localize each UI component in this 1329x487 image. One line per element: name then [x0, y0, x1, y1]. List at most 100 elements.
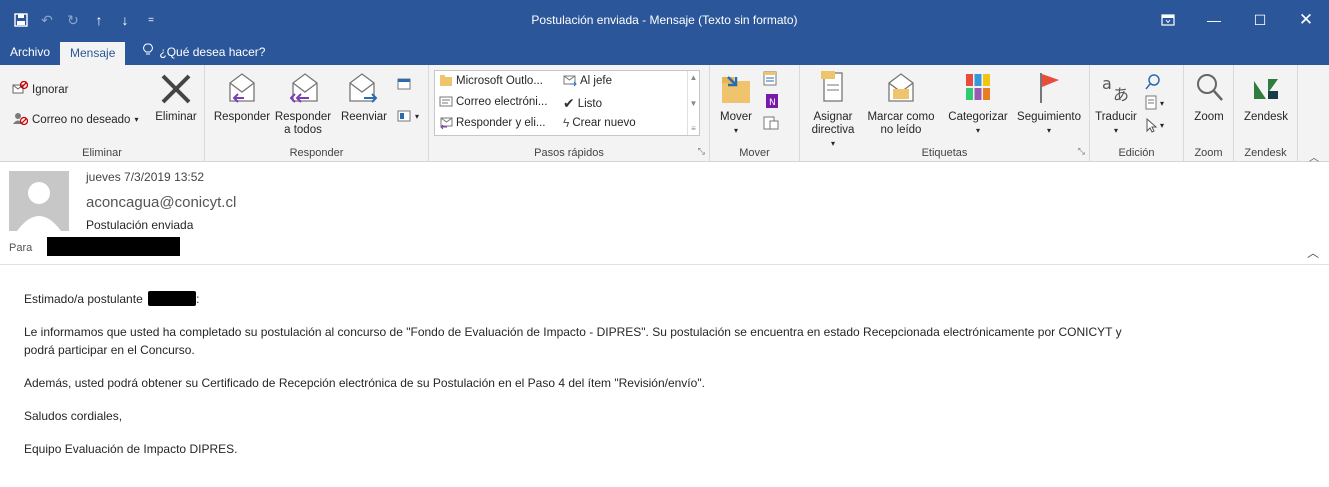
tell-me-box[interactable]: ¿Qué desea hacer?: [125, 40, 265, 65]
quick-access-toolbar: ↶ ↻ ↑ ↓ =: [0, 0, 164, 40]
lightning-icon: ϟ: [563, 116, 570, 130]
zendesk-button[interactable]: Zendesk: [1238, 69, 1294, 124]
group-etiquetas: Asignar directiva ▾ Marcar como no leído…: [800, 65, 1090, 161]
email-team-icon: [439, 96, 453, 107]
next-item-icon[interactable]: ↓: [112, 7, 138, 33]
folder-move-icon: [440, 75, 452, 86]
actions-icon[interactable]: [762, 115, 782, 134]
close-icon[interactable]: ✕: [1283, 0, 1329, 40]
asignar-directiva-button[interactable]: Asignar directiva ▾: [808, 69, 858, 150]
meeting-reply-icon[interactable]: [397, 77, 413, 94]
chevron-down-icon: ▾: [1046, 126, 1051, 135]
mark-unread-icon: [888, 73, 914, 102]
select-icon[interactable]: ▾: [1144, 117, 1164, 133]
move-folder-icon: [722, 76, 750, 103]
person-icon: [17, 182, 61, 231]
check-icon: ✔: [563, 95, 575, 111]
svg-text:N: N: [769, 98, 776, 108]
responder-button[interactable]: Responder: [212, 69, 272, 124]
scroll-down-icon[interactable]: ▼: [690, 99, 698, 108]
reply-delete-icon: [440, 117, 453, 129]
quick-step-crear-nuevo[interactable]: ϟ Crear nuevo: [563, 116, 636, 130]
svg-text:a: a: [1102, 74, 1112, 93]
zendesk-logo-icon: [1254, 79, 1278, 99]
avatar: [9, 171, 69, 231]
paragraph-1: Le informamos que usted ha completado su…: [24, 325, 1122, 357]
zoom-magnifier-icon: [1197, 74, 1223, 101]
undo-icon[interactable]: ↶: [34, 7, 60, 33]
forward-icon: [349, 73, 378, 103]
sender-address[interactable]: aconcagua@conicyt.cl: [86, 194, 236, 211]
previous-item-icon[interactable]: ↑: [86, 7, 112, 33]
quick-step-responder-y-eliminar[interactable]: Responder y eli...: [439, 116, 546, 129]
tab-mensaje[interactable]: Mensaje: [60, 42, 126, 65]
ignore-icon: [12, 80, 29, 98]
reenviar-button[interactable]: Reenviar: [336, 69, 392, 124]
minimize-icon[interactable]: —: [1191, 0, 1237, 40]
policy-icon: [821, 71, 843, 102]
gallery-scrollbar[interactable]: ▲ ▼ ≡: [687, 71, 699, 135]
window-title: Postulación enviada - Mensaje (Texto sin…: [531, 13, 798, 27]
redacted-name: [148, 291, 197, 306]
tab-archivo[interactable]: Archivo: [0, 40, 60, 65]
reply-all-icon: [289, 73, 318, 103]
categorizar-button[interactable]: Categorizar ▾: [942, 69, 1014, 137]
message-header: jueves 7/3/2019 13:52 aconcagua@conicyt.…: [0, 162, 1329, 265]
related-icon[interactable]: ▾: [1144, 95, 1164, 111]
responder-a-todos-button[interactable]: Responder a todos: [272, 69, 334, 137]
zoom-button[interactable]: Zoom: [1187, 69, 1231, 124]
redo-icon[interactable]: ↻: [60, 7, 86, 33]
group-mover: Mover ▾ N Mover: [710, 65, 800, 161]
quick-step-listo[interactable]: ✔ Listo: [563, 95, 602, 112]
message-subject: Postulación enviada: [86, 218, 194, 232]
group-eliminar: Ignorar Correo no deseado ▾ Eliminar Eli…: [0, 65, 205, 161]
group-zoom: Zoom Zoom: [1184, 65, 1234, 161]
group-zendesk: Zendesk Zendesk: [1234, 65, 1298, 161]
ribbon-tabs: Archivo Mensaje ¿Qué desea hacer?: [0, 40, 1329, 65]
ribbon-display-options-icon[interactable]: [1145, 0, 1191, 40]
quick-steps-gallery: Microsoft Outlo... Al jefe Correo electr…: [434, 70, 700, 136]
message-body: Estimado/a postulante : Le informamos qu…: [0, 266, 1329, 487]
junk-icon: [12, 111, 29, 128]
more-respond-button[interactable]: ▾: [397, 109, 419, 123]
paragraph-2: Además, usted podrá obtener su Certifica…: [24, 376, 705, 390]
dialog-launcher-icon[interactable]: ⤡: [698, 146, 705, 157]
forward-mail-icon: [563, 75, 577, 87]
scroll-up-icon[interactable]: ▲: [690, 73, 698, 82]
quick-step-correo-electronico[interactable]: Correo electróni...: [439, 95, 547, 108]
traducir-button[interactable]: aあ Traducir ▾: [1094, 69, 1138, 137]
quick-step-microsoft-outlook[interactable]: Microsoft Outlo...: [439, 74, 543, 87]
paragraph-4: Equipo Evaluación de Impacto DIPRES.: [24, 442, 238, 456]
chevron-down-icon: ▾: [733, 126, 738, 135]
lightbulb-icon: [143, 40, 154, 65]
more-icon: [397, 110, 411, 122]
title-bar: ↶ ↻ ↑ ↓ = Postulación enviada - Mensaje …: [0, 0, 1329, 40]
mover-button[interactable]: Mover ▾: [716, 69, 756, 137]
paragraph-3: Saludos cordiales,: [24, 409, 123, 423]
find-icon[interactable]: [1144, 73, 1162, 94]
marcar-como-no-leido-button[interactable]: Marcar como no leído: [864, 69, 938, 137]
chevron-down-icon: ▾: [415, 111, 420, 121]
window-controls: — ☐ ✕: [1145, 0, 1329, 40]
ignorar-button[interactable]: Ignorar: [12, 80, 68, 98]
ribbon: Ignorar Correo no deseado ▾ Eliminar Eli…: [0, 65, 1329, 164]
customize-qat-icon[interactable]: =: [138, 7, 164, 33]
eliminar-button[interactable]: Eliminar: [150, 69, 202, 124]
onenote-icon[interactable]: N: [762, 93, 782, 112]
svg-text:あ: あ: [1113, 85, 1129, 104]
seguimiento-button[interactable]: Seguimiento ▾: [1012, 69, 1086, 137]
save-icon[interactable]: [8, 7, 34, 33]
group-edicion: aあ Traducir ▾ ▾ ▾ Edición: [1090, 65, 1184, 161]
gallery-more-icon[interactable]: ≡: [691, 124, 696, 133]
correo-no-deseado-button[interactable]: Correo no deseado ▾: [12, 111, 138, 128]
maximize-icon[interactable]: ☐: [1237, 0, 1283, 40]
rules-icon[interactable]: [762, 71, 782, 90]
flag-icon: [1040, 73, 1059, 103]
quick-step-al-jefe[interactable]: Al jefe: [563, 74, 612, 87]
greeting: Estimado/a postulante :: [24, 291, 200, 306]
categorize-icon: [966, 74, 990, 100]
message-date: jueves 7/3/2019 13:52: [86, 170, 205, 184]
dialog-launcher-icon[interactable]: ⤡: [1078, 146, 1085, 157]
collapse-header-icon[interactable]: ︿: [1307, 244, 1319, 261]
reply-icon: [229, 73, 255, 103]
